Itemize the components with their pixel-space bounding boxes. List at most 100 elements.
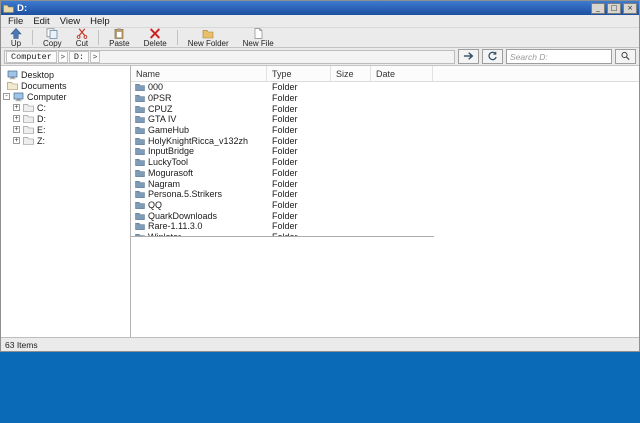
file-row[interactable]: LuckyTool Folder [131,157,434,168]
copy-button[interactable]: Copy [36,28,69,47]
folder-icon [135,169,145,177]
column-header-size[interactable]: Size [331,66,371,81]
delete-button[interactable]: Delete [137,28,174,47]
file-row[interactable]: Persona.5.Strikers Folder [131,189,434,200]
file-type: Folder [267,146,331,156]
file-type: Folder [267,104,331,114]
cut-label: Cut [76,40,88,48]
status-bar: 63 Items [1,337,639,351]
cut-button[interactable]: Cut [69,28,95,47]
sidebar-item-drive-c[interactable]: + C: [1,102,130,113]
toolbar-separator [177,30,178,45]
up-button[interactable]: Up [3,28,29,47]
new-folder-button[interactable]: New Folder [181,28,236,47]
file-name: Mogurasoft [148,168,193,178]
menu-edit[interactable]: Edit [28,16,54,27]
file-name-cell: InputBridge [131,146,267,156]
expand-icon[interactable]: + [13,137,20,144]
expand-icon[interactable]: + [13,115,20,122]
new-folder-label: New Folder [188,40,229,48]
file-row[interactable]: CPUZ Folder [131,103,434,114]
folder-icon [135,180,145,188]
new-file-button[interactable]: New File [236,28,281,47]
column-header-date[interactable]: Date [371,66,433,81]
file-row[interactable]: Nagram Folder [131,178,434,189]
up-arrow-icon [10,28,22,39]
file-row[interactable]: InputBridge Folder [131,146,434,157]
file-name-cell: QuarkDownloads [131,211,267,221]
column-header-name[interactable]: Name [131,66,267,81]
file-row[interactable]: Rare-1.11.3.0 Folder [131,221,434,232]
tree-label: Computer [27,92,67,102]
breadcrumb-computer[interactable]: Computer [6,51,57,63]
address-bar: Computer > D: > [1,48,639,66]
file-row[interactable]: Winlator Folder [131,232,434,237]
folder-icon [135,190,145,198]
window-controls: _ □ × [591,3,637,14]
search-button[interactable] [615,49,636,64]
item-count: 63 Items [5,340,38,350]
delete-label: Delete [144,40,167,48]
file-manager-window: D: _ □ × File Edit View Help Up Copy [0,0,640,352]
sidebar-item-drive-e[interactable]: + E: [1,124,130,135]
menubar: File Edit View Help [1,15,639,27]
file-row[interactable]: GTA IV Folder [131,114,434,125]
search-input[interactable] [506,49,612,64]
go-button[interactable] [458,49,479,64]
cut-icon [76,28,88,39]
file-row[interactable]: Mogurasoft Folder [131,168,434,179]
titlebar[interactable]: D: _ □ × [1,1,639,15]
menu-file[interactable]: File [3,16,28,27]
paste-button[interactable]: Paste [102,28,136,47]
drive-icon [23,114,34,124]
file-type: Folder [267,136,331,146]
file-name: GTA IV [148,114,176,124]
tree-label: Desktop [21,70,54,80]
collapse-icon[interactable]: - [3,93,10,100]
close-button[interactable]: × [623,3,637,14]
expand-icon[interactable]: + [13,126,20,133]
file-name-cell: Rare-1.11.3.0 [131,221,267,231]
folder-icon [135,126,145,134]
sidebar-item-computer[interactable]: - Computer [1,91,130,102]
toolbar-separator [98,30,99,45]
column-header-type[interactable]: Type [267,66,331,81]
sidebar-item-drive-d[interactable]: + D: [1,113,130,124]
file-name: Nagram [148,179,180,189]
tree-label: Documents [21,81,67,91]
desktop-icon [7,70,18,80]
file-name: Rare-1.11.3.0 [148,221,202,231]
chevron-right-icon[interactable]: > [58,51,68,63]
folder-icon [7,81,18,91]
toolbar: Up Copy Cut Paste Delete [1,27,639,48]
sidebar-item-documents[interactable]: Documents [1,80,130,91]
expand-icon[interactable]: + [13,104,20,111]
file-row[interactable]: 000 Folder [131,82,434,93]
maximize-button[interactable]: □ [607,3,621,14]
file-name: InputBridge [148,146,194,156]
file-row[interactable]: QQ Folder [131,200,434,211]
copy-label: Copy [43,40,62,48]
window-title: D: [17,3,27,14]
copy-icon [46,28,58,39]
sidebar-item-desktop[interactable]: Desktop [1,69,130,80]
file-type: Folder [267,189,331,199]
file-row[interactable]: HolyKnightRicca_v132zh Folder [131,135,434,146]
breadcrumb-drive-d[interactable]: D: [69,51,89,63]
folder-tree: Desktop Documents - Computer + C: + [1,66,131,337]
file-row[interactable]: QuarkDownloads Folder [131,210,434,221]
file-row[interactable]: GameHub Folder [131,125,434,136]
sidebar-item-drive-z[interactable]: + Z: [1,135,130,146]
chevron-right-icon[interactable]: > [90,51,100,63]
file-name-cell: 0PSR [131,93,267,103]
file-type: Folder [267,157,331,167]
file-name-cell: Mogurasoft [131,168,267,178]
menu-view[interactable]: View [55,16,85,27]
minimize-button[interactable]: _ [591,3,605,14]
folder-icon [135,147,145,155]
file-row[interactable]: 0PSR Folder [131,93,434,104]
file-name: CPUZ [148,104,173,114]
refresh-button[interactable] [482,49,503,64]
file-type: Folder [267,114,331,124]
menu-help[interactable]: Help [85,16,115,27]
